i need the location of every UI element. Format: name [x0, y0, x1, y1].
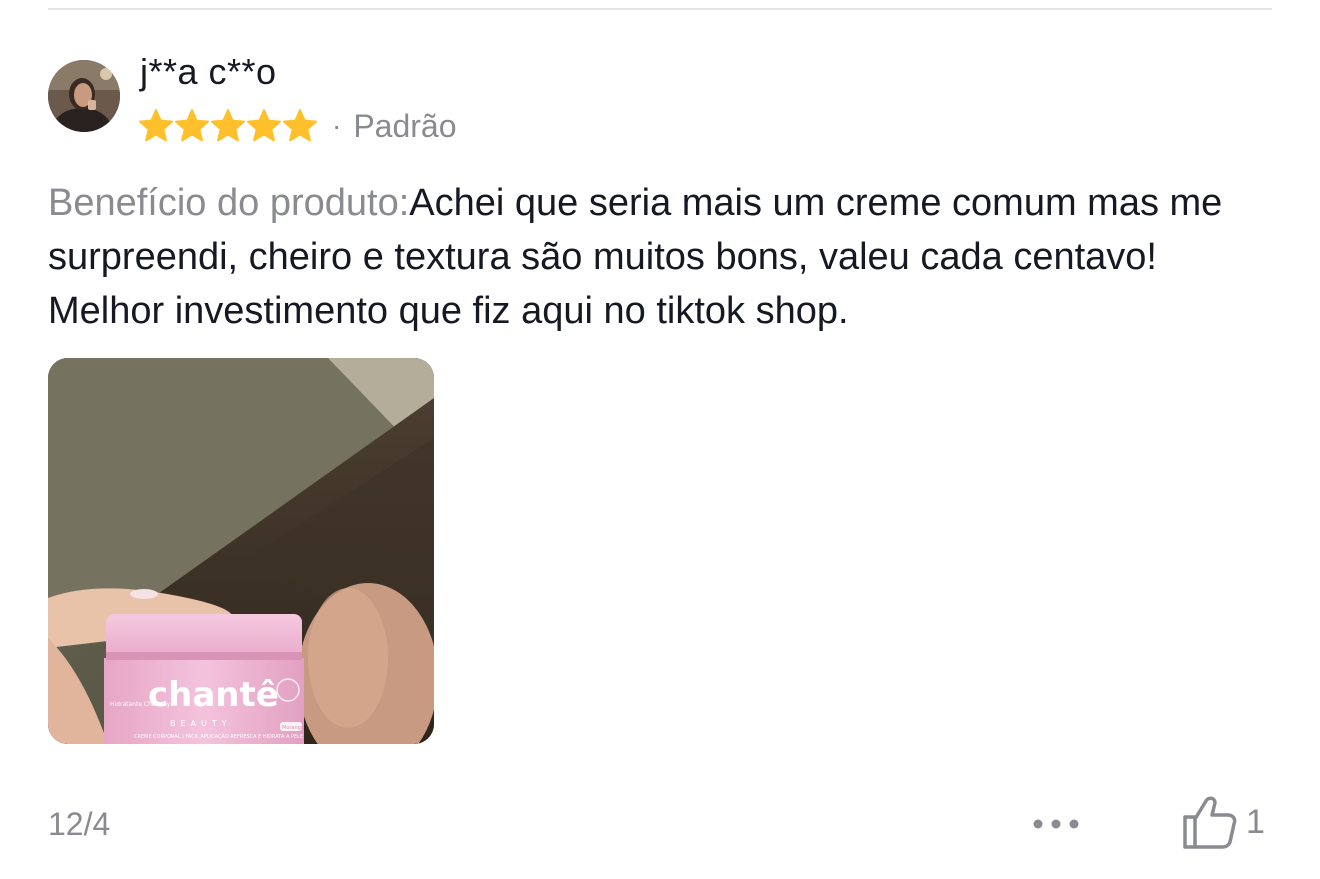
review-label: Benefício do produto:	[48, 182, 410, 224]
more-options-button[interactable]	[1028, 806, 1084, 842]
jar-tag: Morango	[282, 725, 304, 731]
separator-dot: ·	[332, 110, 342, 141]
star-icon	[283, 109, 317, 142]
jar-brand: chantê	[148, 675, 279, 715]
like-count: 1	[1246, 802, 1265, 841]
like-button[interactable]: 1	[1180, 790, 1265, 854]
rating-row: · Padrão	[138, 106, 457, 146]
jar-side-text: Hidratante Chantilly	[110, 701, 171, 708]
more-dots-icon	[1033, 819, 1079, 829]
jar-front-text: CREME CORPORAL | FÁCIL APLICAÇÃO REFRESC…	[134, 733, 303, 740]
jar-sub-brand: BEAUTY	[170, 719, 232, 728]
review-date: 12/4	[48, 806, 111, 842]
star-icon	[139, 109, 173, 142]
reviewer-name[interactable]: j**a c**o	[140, 50, 277, 94]
user-avatar[interactable]	[48, 60, 120, 132]
top-divider	[48, 8, 1272, 10]
star-icon	[211, 109, 245, 142]
product-photo-image: chantê BEAUTY Hidratante Chantilly CREME…	[48, 358, 434, 744]
avatar-image	[48, 60, 120, 132]
thumbs-up-icon	[1183, 796, 1237, 849]
product-variant: Padrão	[353, 107, 457, 144]
star-rating	[138, 108, 318, 144]
star-icon	[175, 109, 209, 142]
review-photo[interactable]: chantê BEAUTY Hidratante Chantilly CREME…	[48, 358, 434, 744]
review-text: Benefício do produto:Achei que seria mai…	[48, 176, 1278, 338]
star-icon	[247, 109, 281, 142]
